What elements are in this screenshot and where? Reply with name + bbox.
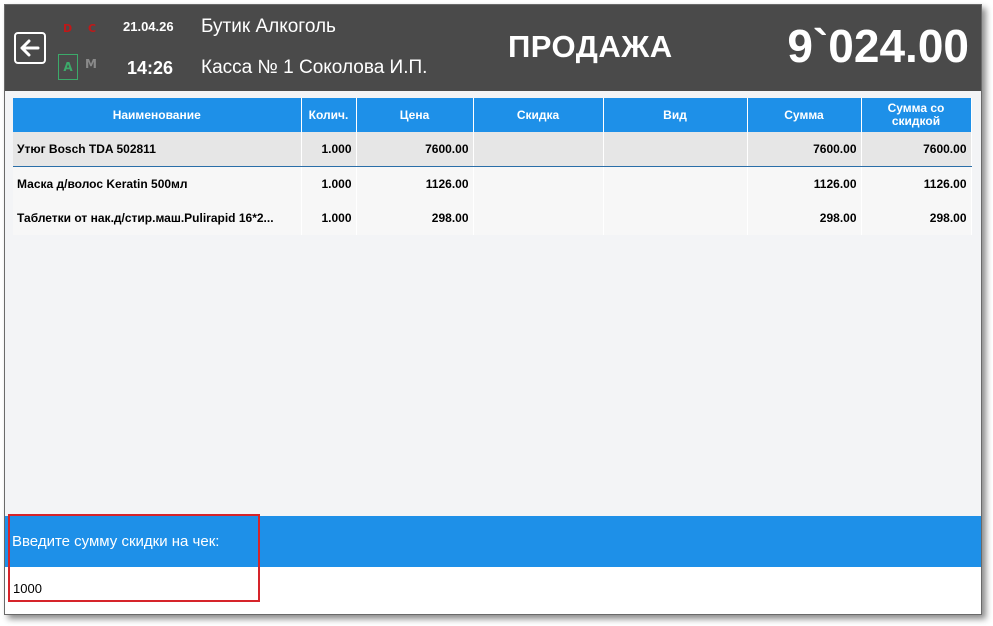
back-button[interactable] <box>14 32 46 64</box>
table-row[interactable]: Утюг Bosch TDA 502811 1.000 7600.00 7600… <box>13 132 972 167</box>
cell-discount <box>473 166 604 201</box>
discount-prompt-label: Введите сумму скидки на чек: <box>12 533 220 550</box>
cell-kind <box>603 132 748 167</box>
status-flag-m: M <box>85 57 97 71</box>
current-time: 14:26 <box>127 58 174 78</box>
table-row[interactable]: Таблетки от нак.д/стир.маш.Pulirapid 16*… <box>13 201 972 235</box>
status-flag-a: A <box>58 54 78 80</box>
cell-name: Утюг Bosch TDA 502811 <box>13 132 302 167</box>
cell-kind <box>603 201 748 235</box>
discount-prompt-bar: Введите сумму скидки на чек: <box>5 516 981 567</box>
cell-name: Маска д/волос Keratin 500мл <box>13 166 302 201</box>
column-header-discount[interactable]: Скидка <box>473 98 604 132</box>
cell-sum: 298.00 <box>747 201 862 235</box>
cell-price: 1126.00 <box>356 166 474 201</box>
current-date: 21.04.26 <box>123 19 174 34</box>
cell-name: Таблетки от нак.д/стир.маш.Pulirapid 16*… <box>13 201 302 235</box>
discount-input-area <box>5 567 981 614</box>
column-header-sum-discount[interactable]: Сумма со скидкой <box>861 98 972 132</box>
receipt-total: 9`024.00 <box>787 20 969 72</box>
cell-qty: 1.000 <box>301 166 357 201</box>
discount-amount-input[interactable] <box>13 578 253 598</box>
shop-name: Бутик Алкоголь <box>201 16 336 37</box>
header-bar: D C A M 21.04.26 14:26 Бутик Алкоголь Ка… <box>5 5 981 91</box>
cell-qty: 1.000 <box>301 132 357 167</box>
column-header-price[interactable]: Цена <box>356 98 474 132</box>
cell-sum-discount: 7600.00 <box>861 132 972 167</box>
receipt-table: Наименование Колич. Цена Скидка Вид Сумм… <box>13 98 972 235</box>
register-name: Касса № 1 Соколова И.П. <box>201 57 428 78</box>
status-flag-c: C <box>88 22 97 35</box>
pos-window: D C A M 21.04.26 14:26 Бутик Алкоголь Ка… <box>4 4 982 615</box>
cell-price: 7600.00 <box>356 132 474 167</box>
cell-price: 298.00 <box>356 201 474 235</box>
column-header-kind[interactable]: Вид <box>603 98 748 132</box>
cell-discount <box>473 132 604 167</box>
cell-sum-discount: 1126.00 <box>861 166 972 201</box>
cell-kind <box>603 166 748 201</box>
arrow-left-icon <box>20 39 40 57</box>
mode-title: ПРОДАЖА <box>508 29 673 64</box>
status-flag-d: D <box>63 22 73 35</box>
cell-sum-discount: 298.00 <box>861 201 972 235</box>
cell-sum: 7600.00 <box>747 132 862 167</box>
column-header-name[interactable]: Наименование <box>13 98 302 132</box>
table-row[interactable]: Маска д/волос Keratin 500мл 1.000 1126.0… <box>13 166 972 201</box>
cell-qty: 1.000 <box>301 201 357 235</box>
cell-sum: 1126.00 <box>747 166 862 201</box>
column-header-sum[interactable]: Сумма <box>747 98 862 132</box>
table-header-row: Наименование Колич. Цена Скидка Вид Сумм… <box>13 98 972 132</box>
cell-discount <box>473 201 604 235</box>
column-header-qty[interactable]: Колич. <box>301 98 357 132</box>
